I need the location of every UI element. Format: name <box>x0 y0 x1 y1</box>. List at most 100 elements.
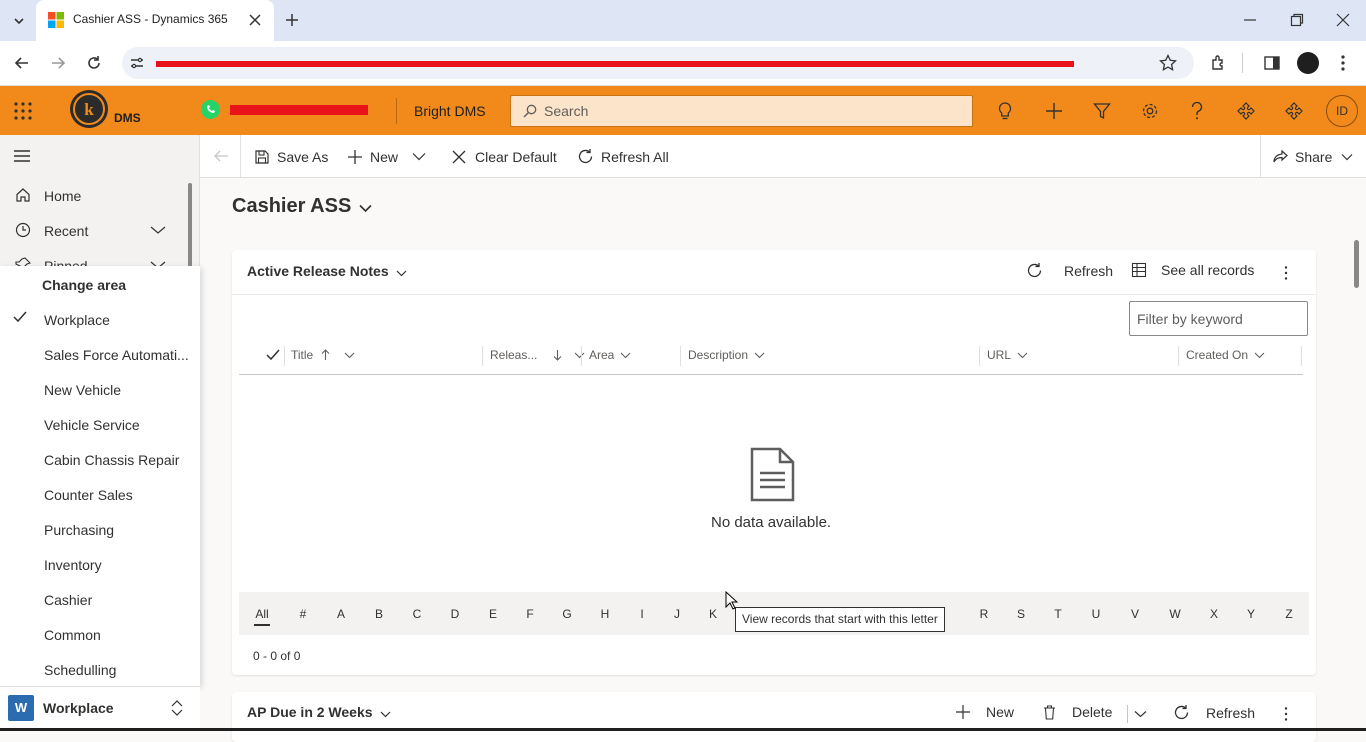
column-header-release[interactable]: Releas... <box>490 348 585 362</box>
jump-letter-u[interactable]: U <box>1086 607 1106 621</box>
nav-recent[interactable]: Recent <box>0 215 186 245</box>
new-button[interactable]: New <box>347 135 398 178</box>
new-record-icon[interactable] <box>1045 102 1063 120</box>
site-settings-icon[interactable] <box>130 56 144 70</box>
forward-arrow-icon[interactable] <box>50 55 66 71</box>
global-search-input[interactable]: Search <box>510 95 973 127</box>
grid2-new-button[interactable]: New <box>956 704 1014 720</box>
area-item-cashier[interactable]: Cashier <box>44 592 92 608</box>
nav-home[interactable]: Home <box>0 180 186 210</box>
extensions-icon[interactable] <box>1210 54 1228 72</box>
help-icon[interactable] <box>1190 102 1204 120</box>
minimize-icon[interactable] <box>1243 13 1257 27</box>
jump-letter-a[interactable]: A <box>331 607 351 621</box>
grid2-refresh-button[interactable]: Refresh <box>1173 704 1255 721</box>
jump-letter-g[interactable]: G <box>557 607 577 621</box>
jump-letter-r[interactable]: R <box>974 607 994 621</box>
area-item-purchasing[interactable]: Purchasing <box>44 522 114 538</box>
page-scrollbar[interactable] <box>1354 240 1359 288</box>
back-icon[interactable] <box>213 149 229 163</box>
puzzle-icon-2[interactable] <box>1285 102 1303 120</box>
back-arrow-icon[interactable] <box>14 55 30 71</box>
user-avatar[interactable]: ID <box>1326 95 1358 127</box>
restore-icon[interactable] <box>1290 13 1304 27</box>
refresh-all-button[interactable]: Refresh All <box>577 135 669 178</box>
grid1-more-icon[interactable] <box>1283 265 1289 281</box>
filter-placeholder: Filter by keyword <box>1137 311 1243 327</box>
jump-letter-hash[interactable]: # <box>293 607 313 621</box>
jump-letter-x[interactable]: X <box>1204 607 1224 621</box>
grid2-view-selector[interactable]: AP Due in 2 Weeks <box>247 704 391 720</box>
close-window-icon[interactable] <box>1336 13 1350 27</box>
browser-tab-active[interactable]: Cashier ASS - Dynamics 365 <box>36 0 274 41</box>
filter-by-keyword-input[interactable]: Filter by keyword <box>1129 301 1308 336</box>
side-panel-icon[interactable] <box>1263 54 1281 72</box>
jump-letter-s[interactable]: S <box>1011 607 1031 621</box>
jump-letter-j[interactable]: J <box>667 607 687 621</box>
area-item-vehicle-service[interactable]: Vehicle Service <box>44 417 140 433</box>
advanced-filter-icon[interactable] <box>1093 102 1111 120</box>
jump-letter-all[interactable]: All <box>252 607 272 621</box>
jump-letter-f[interactable]: F <box>520 607 540 621</box>
nav-pinned[interactable]: Pinned <box>0 251 186 266</box>
area-item-inventory[interactable]: Inventory <box>44 557 102 573</box>
see-all-records-button[interactable]: See all records <box>1131 262 1254 278</box>
column-header-description[interactable]: Description <box>688 348 765 362</box>
record-count: 0 - 0 of 0 <box>253 649 301 663</box>
tab-close-icon[interactable] <box>248 13 262 27</box>
puzzle-icon[interactable] <box>1237 102 1255 120</box>
new-tab-icon[interactable] <box>284 12 300 28</box>
profile-avatar[interactable] <box>1297 52 1319 74</box>
column-header-area[interactable]: Area <box>589 348 631 362</box>
column-header-created-on[interactable]: Created On <box>1186 348 1265 362</box>
share-button[interactable]: Share <box>1272 135 1360 178</box>
jump-letter-t[interactable]: T <box>1048 607 1068 621</box>
jump-letter-c[interactable]: C <box>407 607 427 621</box>
settings-gear-icon[interactable] <box>1141 102 1159 120</box>
bookmark-star-icon[interactable] <box>1159 54 1177 72</box>
cmd-divider <box>1260 135 1261 178</box>
area-item-new-vehicle[interactable]: New Vehicle <box>44 382 121 398</box>
new-split-chevron-icon[interactable] <box>412 152 426 161</box>
jump-letter-d[interactable]: D <box>445 607 465 621</box>
whatsapp-icon[interactable] <box>201 100 220 119</box>
hamburger-icon[interactable] <box>13 149 31 163</box>
grid1-refresh-button[interactable]: Refresh <box>1026 262 1113 279</box>
jump-letter-v[interactable]: V <box>1125 607 1145 621</box>
area-item-sales-force[interactable]: Sales Force Automati... <box>44 347 189 363</box>
area-switcher[interactable]: W Workplace <box>0 686 200 731</box>
jump-letter-k[interactable]: K <box>703 607 723 621</box>
browser-menu-icon[interactable] <box>1340 54 1346 72</box>
column-created-on-label: Created On <box>1186 348 1249 362</box>
reload-icon[interactable] <box>86 55 102 71</box>
jump-letter-i[interactable]: I <box>632 607 652 621</box>
clear-default-button[interactable]: Clear Default <box>452 135 557 178</box>
jump-letter-e[interactable]: E <box>483 607 503 621</box>
area-item-workplace[interactable]: Workplace <box>44 312 110 328</box>
area-item-counter-sales[interactable]: Counter Sales <box>44 487 133 503</box>
select-all-checkbox[interactable] <box>266 349 280 361</box>
app-launcher-icon[interactable] <box>13 101 33 121</box>
ap-due-card <box>232 692 1316 742</box>
jump-letter-b[interactable]: B <box>369 607 389 621</box>
column-header-title[interactable]: Title <box>291 348 355 362</box>
jump-letter-z[interactable]: Z <box>1279 607 1299 621</box>
dashboard-selector[interactable]: Cashier ASS <box>232 195 372 218</box>
grid2-more-icon[interactable] <box>1283 706 1289 722</box>
column-header-url[interactable]: URL <box>987 348 1028 362</box>
grid1-view-selector[interactable]: Active Release Notes <box>247 263 407 279</box>
jump-letter-y[interactable]: Y <box>1241 607 1261 621</box>
jump-letter-w[interactable]: W <box>1165 607 1185 621</box>
nav-scrollbar[interactable] <box>188 183 192 267</box>
grid2-delete-button[interactable]: Delete <box>1043 704 1112 720</box>
checkmark-icon <box>13 311 27 323</box>
jump-letter-h[interactable]: H <box>595 607 615 621</box>
area-item-schedulling[interactable]: Schedulling <box>44 662 116 678</box>
grid2-delete-chevron-icon[interactable] <box>1134 710 1147 718</box>
save-as-button[interactable]: Save As <box>254 135 328 178</box>
area-item-cabin-chassis[interactable]: Cabin Chassis Repair <box>44 452 179 468</box>
url-field[interactable] <box>122 47 1194 79</box>
area-item-common[interactable]: Common <box>44 627 101 643</box>
tab-search-icon[interactable] <box>10 12 28 30</box>
lightbulb-icon[interactable] <box>996 101 1014 121</box>
